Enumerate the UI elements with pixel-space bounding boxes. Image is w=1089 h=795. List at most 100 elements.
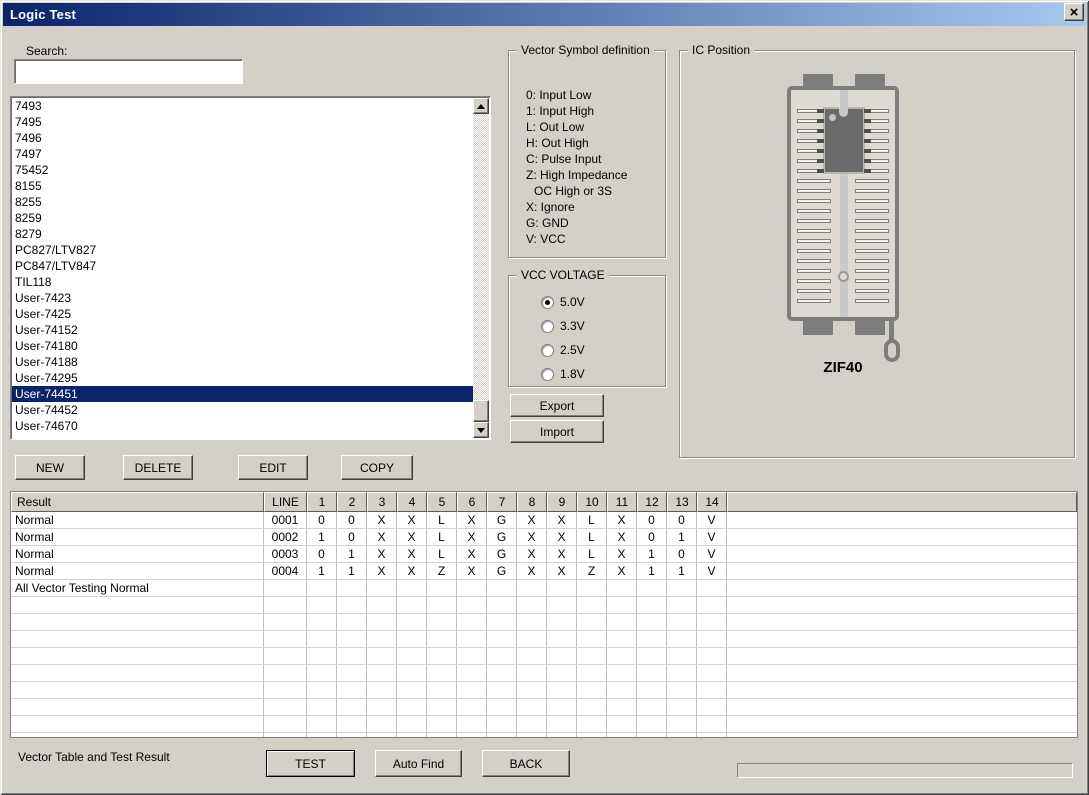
pin-slot-left [797,289,831,293]
list-item[interactable]: User-74295 [12,370,473,386]
back-button[interactable]: BACK [482,750,570,777]
list-item[interactable]: 7496 [12,130,473,146]
close-button[interactable]: × [1064,3,1084,21]
vcc-option-5.0V[interactable]: 5.0V [541,295,585,309]
search-input[interactable] [14,59,243,84]
list-item[interactable]: 8155 [12,178,473,194]
column-header-10[interactable]: 10 [577,492,607,512]
list-item[interactable]: User-74152 [12,322,473,338]
column-header-3[interactable]: 3 [367,492,397,512]
vector-cell: X [517,529,547,545]
table-row[interactable] [11,733,1077,738]
vector-symbol-line: OC High or 3S [526,183,627,199]
list-item[interactable]: 8279 [12,226,473,242]
column-header-13[interactable]: 13 [667,492,697,512]
result-cell [11,733,264,738]
column-header-4[interactable]: 4 [397,492,427,512]
column-header-6[interactable]: 6 [457,492,487,512]
vector-cell: X [457,563,487,579]
list-item[interactable]: TIL118 [12,274,473,290]
table-row[interactable] [11,682,1077,699]
vector-cell: X [397,563,427,579]
filler-cell [727,631,1077,647]
table-row[interactable] [11,631,1077,648]
delete-button[interactable]: DELETE [123,455,193,480]
table-row[interactable] [11,597,1077,614]
list-item[interactable]: 8259 [12,210,473,226]
radio-button-icon[interactable] [541,368,554,381]
radio-button-icon[interactable] [541,296,554,309]
list-scrollbar[interactable] [473,98,489,438]
table-row[interactable]: Normal000210XXLXGXXLX01V [11,529,1077,546]
export-button[interactable]: Export [510,394,604,417]
vector-cell: X [547,563,577,579]
list-item[interactable]: PC827/LTV827 [12,242,473,258]
list-item[interactable]: 8255 [12,194,473,210]
table-row[interactable]: Normal000301XXLXGXXLX10V [11,546,1077,563]
column-header-11[interactable]: 11 [607,492,637,512]
column-header-line[interactable]: LINE [264,492,307,512]
auto-find-button[interactable]: Auto Find [375,750,462,777]
vcc-voltage-group-title: VCC VOLTAGE [517,268,609,282]
vector-cell [607,682,637,698]
vector-cell [697,631,727,647]
vector-cell: X [517,512,547,528]
import-button[interactable]: Import [510,420,604,443]
table-row[interactable] [11,648,1077,665]
vcc-option-2.5V[interactable]: 2.5V [541,343,585,357]
table-row[interactable] [11,699,1077,716]
table-row[interactable] [11,716,1077,733]
column-header-14[interactable]: 14 [697,492,727,512]
test-button[interactable]: TEST [266,750,355,777]
table-row[interactable]: Normal000411XXZXGXXZX11V [11,563,1077,580]
radio-button-icon[interactable] [541,320,554,333]
edit-button[interactable]: EDIT [238,455,308,480]
table-row[interactable]: All Vector Testing Normal [11,580,1077,597]
list-item[interactable]: 7495 [12,114,473,130]
column-header-9[interactable]: 9 [547,492,577,512]
column-header-result[interactable]: Result [11,492,264,512]
list-item[interactable]: 7493 [12,98,473,114]
vector-cell [487,648,517,664]
list-item[interactable]: User-74670 [12,418,473,434]
table-row[interactable]: Normal000100XXLXGXXLX00V [11,512,1077,529]
list-item[interactable]: User-7423 [12,290,473,306]
list-item[interactable]: 7497 [12,146,473,162]
line-cell [264,631,307,647]
chip-pin-right [864,149,871,153]
radio-label: 2.5V [560,343,585,357]
radio-button-icon[interactable] [541,344,554,357]
column-header-12[interactable]: 12 [637,492,667,512]
list-item[interactable]: User-74452 [12,402,473,418]
list-item[interactable]: User-74180 [12,338,473,354]
result-table[interactable]: ResultLINE1234567891011121314 Normal0001… [10,491,1078,738]
table-row[interactable] [11,614,1077,631]
vector-cell [427,648,457,664]
table-row[interactable] [11,665,1077,682]
new-button[interactable]: NEW [15,455,85,480]
column-header-7[interactable]: 7 [487,492,517,512]
column-header-2[interactable]: 2 [337,492,367,512]
result-cell: Normal [11,563,264,579]
list-item[interactable]: 75452 [12,162,473,178]
scroll-down-button[interactable] [473,422,489,438]
vector-cell [547,733,577,738]
list-item[interactable]: User-7425 [12,306,473,322]
vcc-option-3.3V[interactable]: 3.3V [541,319,585,333]
chip-listbox[interactable]: 7493749574967497754528155825582598279PC8… [10,96,491,440]
vcc-option-1.8V[interactable]: 1.8V [541,367,585,381]
chip-pin-right [864,129,871,133]
copy-button[interactable]: COPY [341,455,413,480]
radio-label: 3.3V [560,319,585,333]
vector-cell [337,682,367,698]
vector-cell [637,614,667,630]
list-item[interactable]: User-74451 [12,386,473,402]
vector-cell [337,733,367,738]
list-item[interactable]: User-74188 [12,354,473,370]
column-header-5[interactable]: 5 [427,492,457,512]
column-header-8[interactable]: 8 [517,492,547,512]
scroll-thumb[interactable] [473,400,489,422]
scroll-up-button[interactable] [473,98,489,114]
column-header-1[interactable]: 1 [307,492,337,512]
list-item[interactable]: PC847/LTV847 [12,258,473,274]
